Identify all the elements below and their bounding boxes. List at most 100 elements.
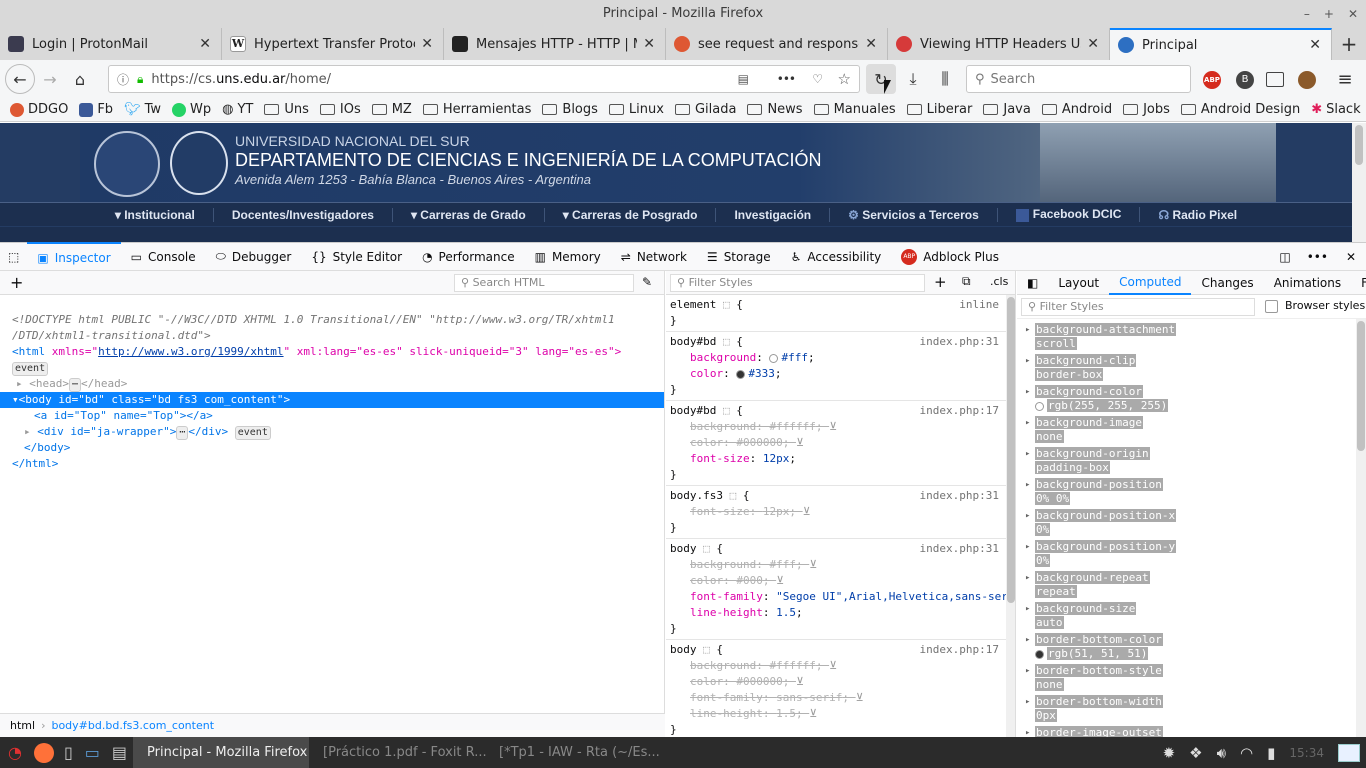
url-text[interactable]: https://cs.uns.edu.ar/home/ [151,72,331,87]
nav-institucional[interactable]: ▾ Institucional [97,207,214,222]
tab-computed[interactable]: Computed [1109,271,1192,295]
maximize-icon[interactable]: + [1324,0,1334,28]
collapsed-badge[interactable]: ⋯ [69,378,82,392]
bookmark-folder[interactable]: News [747,102,803,117]
page-scrollbar[interactable] [1352,123,1366,242]
dropbox-icon[interactable]: ❖ [1189,744,1202,762]
event-badge[interactable]: event [12,362,49,376]
computed-property[interactable]: ▸ background-position-y 0% [1017,540,1366,568]
wifi-icon[interactable]: ◠ [1240,744,1253,762]
computed-property[interactable]: ▸ border-bottom-width 0px [1017,695,1366,723]
search-input[interactable]: ⚲ Search [966,65,1191,93]
event-badge[interactable]: event [234,426,271,440]
print-simulation-icon[interactable]: ⧉ [962,274,971,289]
filter-icon[interactable]: ⊻ [809,706,817,722]
brightness-icon[interactable]: ✹ [1163,744,1176,762]
rule-source[interactable]: index.php:31 [920,334,999,350]
bookmark-folder[interactable]: Linux [608,102,664,117]
highlight-icon[interactable]: ⬚ [723,404,730,417]
text-editor-icon[interactable]: ▯ [58,737,79,768]
back-icon[interactable]: ← [5,64,35,94]
css-declaration[interactable]: line-height: 1.5; ⊻ [670,706,1011,722]
expand-icon[interactable]: ▸ [1025,385,1030,399]
filter-icon[interactable]: ⊻ [796,674,804,690]
bookmark-folder[interactable]: Manuales [813,102,896,117]
collapsed-badge[interactable]: ⋯ [176,426,189,440]
cookie-icon[interactable] [1298,71,1316,89]
css-declaration[interactable]: line-height: 1.5; [670,605,1011,621]
computed-property[interactable]: ▸ border-image-outset [1017,726,1366,737]
tab-mdn[interactable]: Mensajes HTTP - HTTP | MDN ✕ [444,28,666,60]
tab-http-headers[interactable]: Viewing HTTP Headers Using ✕ [888,28,1110,60]
breadcrumb-body[interactable]: body#bd.bd.fs3.com_content [51,719,214,732]
show-desktop-icon[interactable] [1338,743,1360,762]
css-declaration[interactable]: font-family: sans-serif; ⊻ [670,690,1011,706]
css-declaration[interactable]: background: #fff; [670,350,1011,366]
tab-style-editor[interactable]: {} Style Editor [301,242,412,271]
filter-icon[interactable]: ⊻ [809,557,817,573]
pocket-icon[interactable]: ♡ [812,72,823,86]
filter-icon[interactable]: ⊻ [796,435,804,451]
filter-icon[interactable]: ⊻ [829,658,837,674]
html-xmlns-link[interactable]: http://www.w3.org/1999/xhtml [98,345,283,358]
adblock-plus-icon[interactable]: ABP [1203,71,1221,89]
expand-icon[interactable]: ▸ [1025,726,1030,737]
tab-changes[interactable]: Changes [1191,271,1263,295]
css-declaration[interactable]: color: #000000; ⊻ [670,674,1011,690]
expand-icon[interactable]: ▸ [1025,571,1030,585]
devtools-menu-icon[interactable]: ••• [1299,242,1336,271]
tab-console[interactable]: ▭ Console [121,242,206,271]
cls-toggle[interactable]: .cls [990,275,1008,288]
filter-icon[interactable]: ⊻ [776,573,784,589]
tab-memory[interactable]: ▥ Memory [525,242,611,271]
div-node[interactable]: ▸ <div id="ja-wrapper"> ⋯ </div> event [24,424,664,440]
expand-icon[interactable]: ▸ [1025,323,1030,337]
computed-property[interactable]: ▸ border-bottom-color rgb(51, 51, 51) [1017,633,1366,661]
tab-protonmail[interactable]: Login | ProtonMail ✕ [0,28,222,60]
computed-property[interactable]: ▸ background-position 0% 0% [1017,478,1366,506]
bookmark-yt[interactable]: ◍ YT [222,102,253,117]
sidebar-toggle-icon[interactable]: ◧ [1017,271,1048,295]
expand-icon[interactable]: ▸ [1025,416,1030,430]
nav-carreras-grado[interactable]: ▾ Carreras de Grado [393,207,545,222]
element-picker-icon[interactable]: ⬚ [0,242,27,271]
head-node[interactable]: ▸ <head> ⋯ </head> [16,376,664,392]
css-rule[interactable]: body#bd ⬚ {index.php:31 background: #fff;… [666,332,1015,401]
highlight-icon[interactable]: ⬚ [723,298,730,311]
body-node-selected[interactable]: ▾<body id="bd" class="bd fs3 com_content… [0,392,664,408]
close-tab-icon[interactable]: ✕ [865,36,877,52]
browser-styles-checkbox[interactable] [1265,300,1278,313]
close-tab-icon[interactable]: ✕ [199,36,211,52]
filter-icon[interactable]: ⊻ [803,504,811,520]
bookmark-fb[interactable]: Fb [79,102,113,117]
expand-icon[interactable]: ▸ [1025,664,1030,678]
close-tab-icon[interactable]: ✕ [1087,36,1099,52]
rule-source[interactable]: index.php:31 [920,541,999,557]
tab-animations[interactable]: Animations [1264,271,1351,295]
filter-icon[interactable]: ⊻ [856,690,864,706]
nav-servicios[interactable]: ⚙ Servicios a Terceros [830,207,998,222]
expand-icon[interactable]: ▸ [1025,354,1030,368]
computed-property[interactable]: ▸ background-origin padding-box [1017,447,1366,475]
expand-icon[interactable]: ▸ [1025,633,1030,647]
task-editor[interactable]: [*Tp1 - IAW - Rta (~/Es... [485,737,661,768]
rule-source[interactable]: index.php:31 [920,488,999,504]
css-declaration[interactable]: background: #ffffff; ⊻ [670,658,1011,674]
scrollbar-thumb[interactable] [1355,125,1363,165]
css-declaration[interactable]: color: #000000; ⊻ [670,435,1011,451]
eyedropper-icon[interactable]: ✎ [642,275,652,289]
search-html-input[interactable]: ⚲ Search HTML [454,274,634,292]
computed-property[interactable]: ▸ background-repeat repeat [1017,571,1366,599]
firefox-icon[interactable] [30,737,58,768]
power-icon[interactable]: ◔ [0,737,30,768]
bookmark-folder[interactable]: IOs [319,102,361,117]
nav-investigacion[interactable]: Investigación [716,207,831,222]
scrollbar-thumb[interactable] [1357,321,1365,451]
tab-network[interactable]: ⇌ Network [611,242,697,271]
rule-source[interactable]: inline [959,297,999,313]
lock-icon[interactable]: 🔒︎ [137,72,143,87]
close-icon[interactable]: ✕ [1348,0,1358,28]
tab-performance[interactable]: ◔ Performance [412,242,525,271]
expand-icon[interactable]: ▸ [1025,602,1030,616]
highlight-icon[interactable]: ⬚ [703,643,710,656]
